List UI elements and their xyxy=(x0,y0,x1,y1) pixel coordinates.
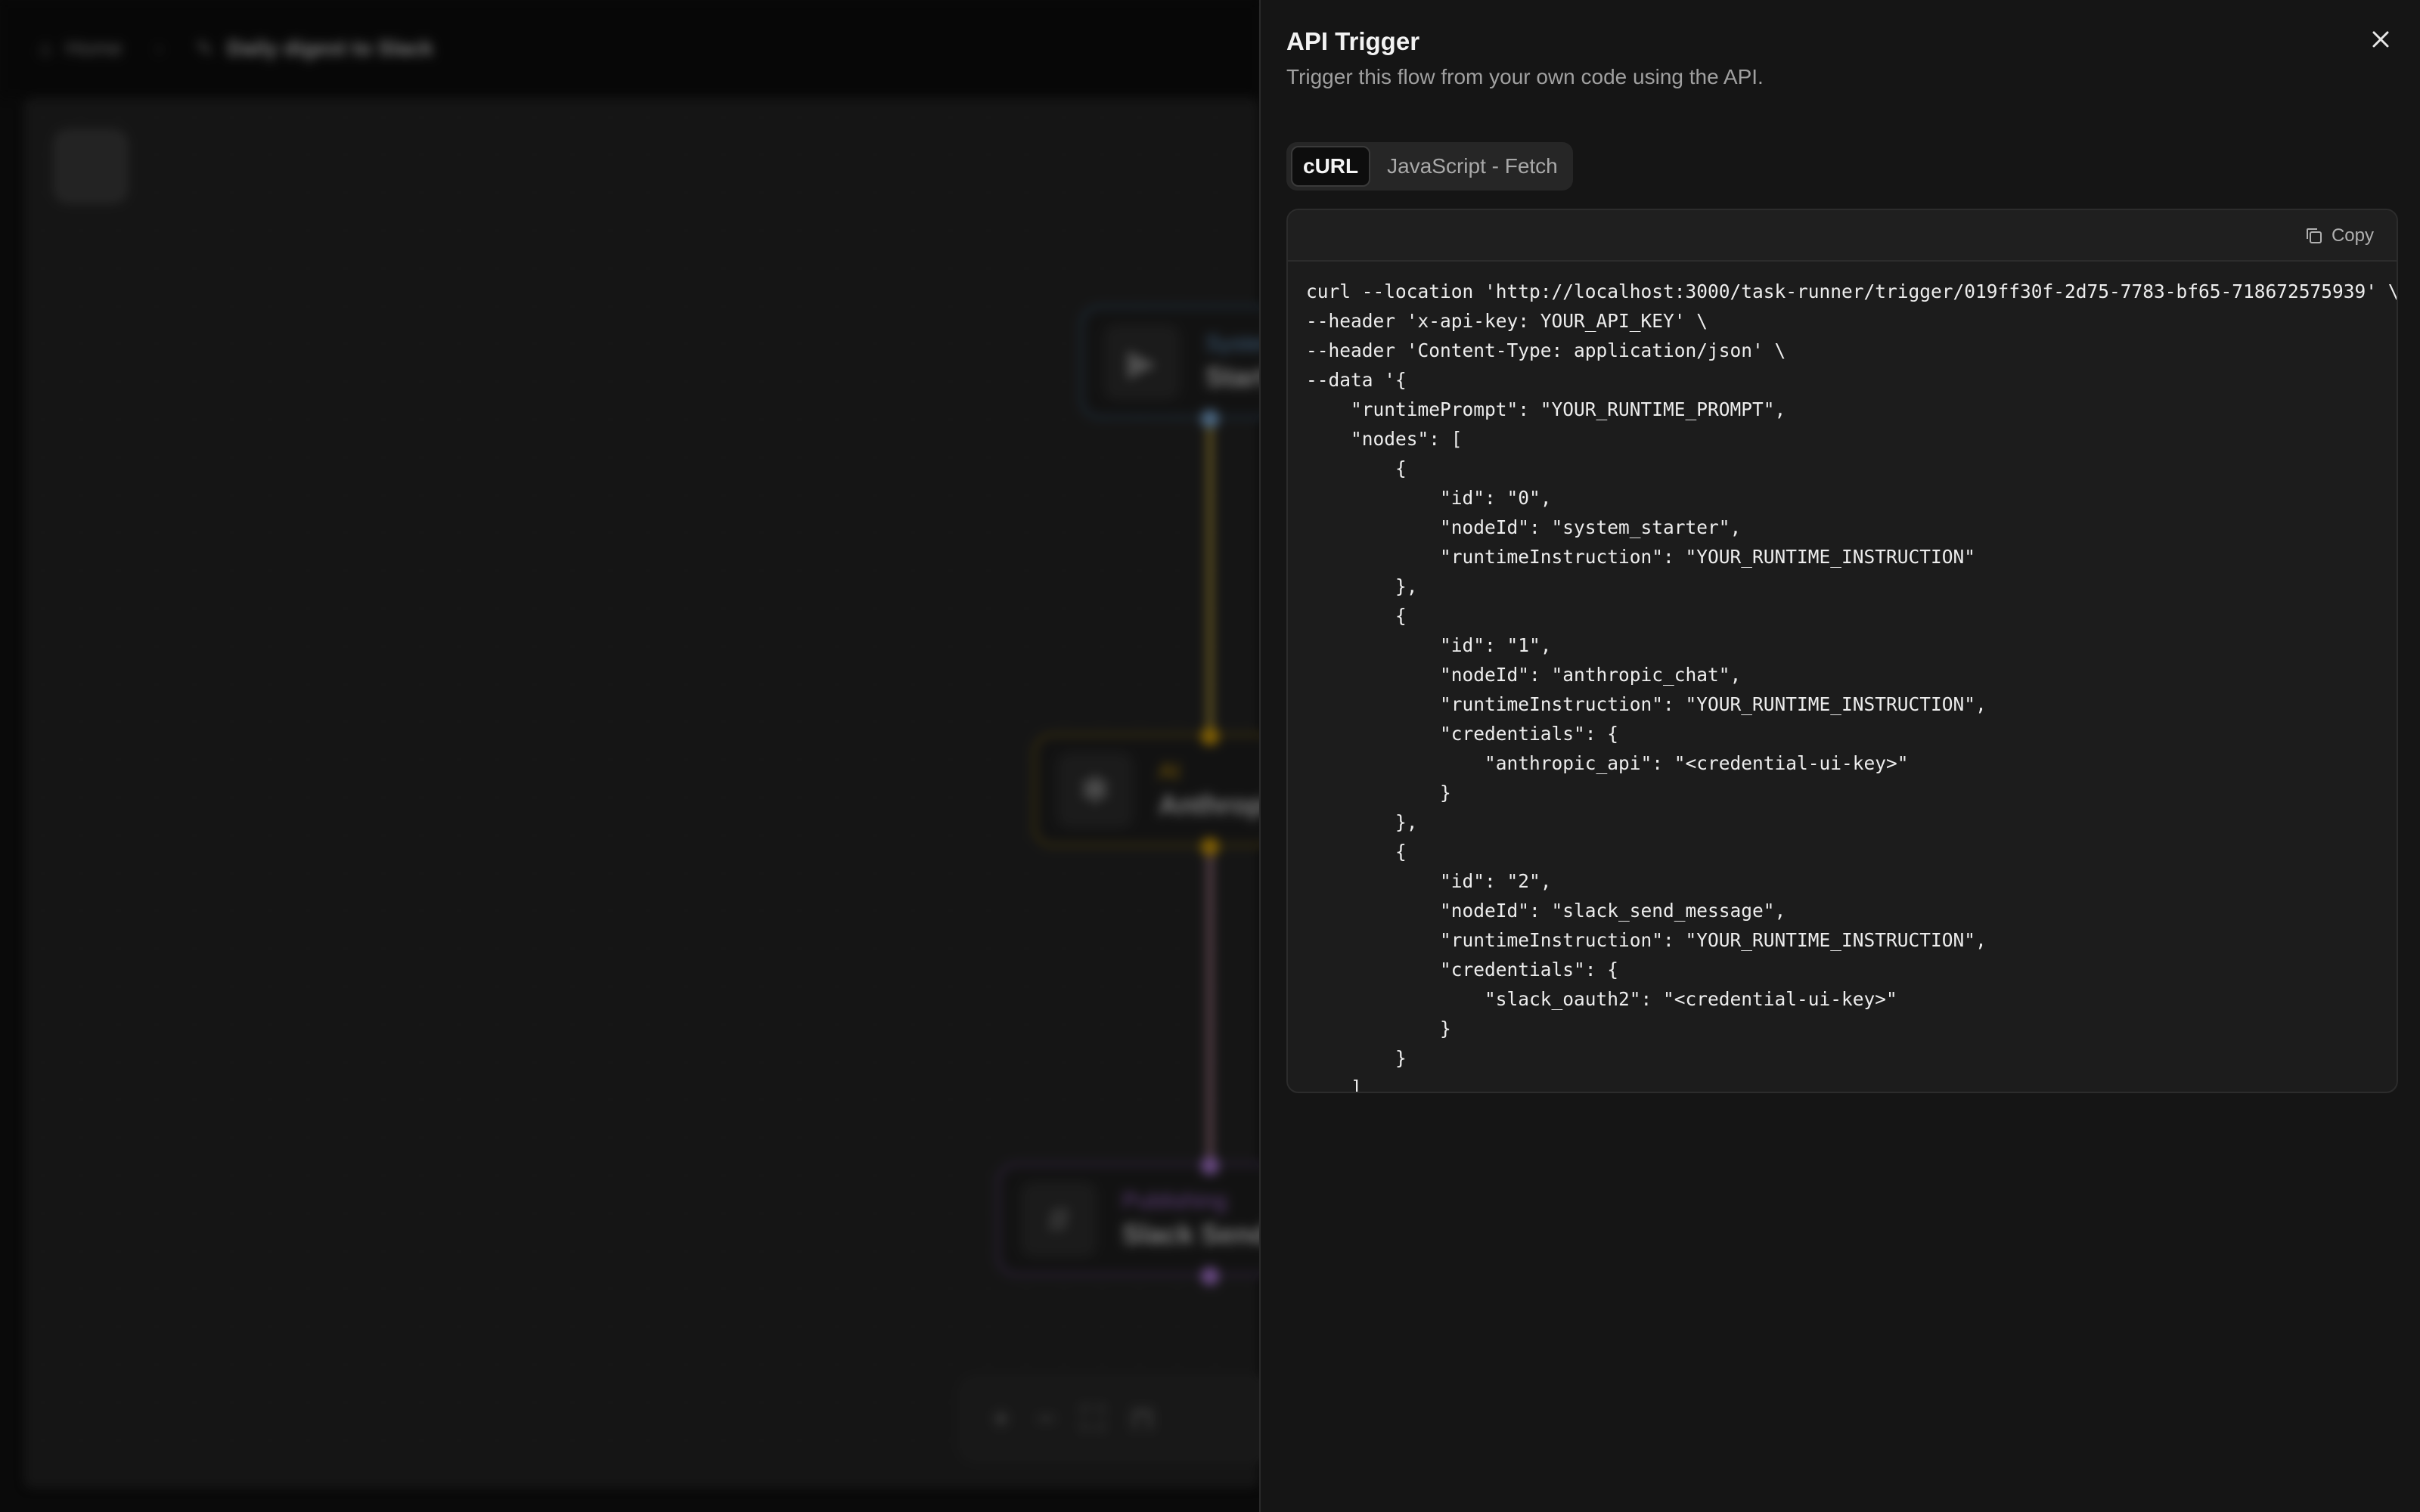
drawer-title: API Trigger xyxy=(1286,27,1420,55)
copy-label: Copy xyxy=(2331,225,2374,246)
close-icon xyxy=(2372,31,2389,48)
node-category: Publishing xyxy=(1122,1188,1227,1213)
anthropic-icon: ✱ xyxy=(1057,752,1133,828)
api-trigger-drawer: API Trigger Trigger this flow from your … xyxy=(1259,0,2420,1512)
node-handle[interactable] xyxy=(1201,410,1219,428)
code-block-header: Copy xyxy=(1288,210,2397,262)
breadcrumb: ⌂ Home › ✎ Daily digest to Slack xyxy=(39,36,433,61)
node-handle[interactable] xyxy=(1201,1157,1219,1175)
canvas-toolbar: + − ⛶ ⊓ xyxy=(960,1377,1278,1461)
flow-icon: ✎ xyxy=(195,36,214,60)
drawer-subtitle: Trigger this flow from your own code usi… xyxy=(1286,65,1764,88)
slack-icon: # xyxy=(1021,1182,1097,1257)
copy-button[interactable]: Copy xyxy=(2304,221,2374,251)
node-handle[interactable] xyxy=(1201,1267,1219,1285)
edge-start-to-ai xyxy=(1207,416,1213,733)
fit-view-icon[interactable]: ⛶ xyxy=(1082,1402,1103,1436)
tab-javascript-fetch[interactable]: JavaScript - Fetch xyxy=(1376,147,1568,185)
chevron-icon: › xyxy=(155,36,163,60)
edge-ai-to-publishing xyxy=(1207,845,1213,1163)
copy-icon xyxy=(2306,228,2322,243)
play-icon: ▶ xyxy=(1104,324,1180,400)
breadcrumb-home[interactable]: Home xyxy=(66,36,123,60)
lock-icon[interactable]: ⊓ xyxy=(1131,1402,1154,1436)
breadcrumb-flow-name[interactable]: Daily digest to Slack xyxy=(227,36,433,60)
top-bar: ⌂ Home › ✎ Daily digest to Slack xyxy=(0,0,1259,97)
node-handle[interactable] xyxy=(1201,727,1219,745)
node-name: Slack Send xyxy=(1122,1219,1268,1250)
tab-curl[interactable]: cURL xyxy=(1291,146,1371,187)
code-block: Copy curl --location 'http://localhost:3… xyxy=(1286,209,2398,1093)
zoom-out-icon[interactable]: − xyxy=(1037,1402,1054,1436)
toggle-panel-button[interactable] xyxy=(54,130,127,203)
code-language-tabs: cURL JavaScript - Fetch xyxy=(1286,142,1573,191)
code-content[interactable]: curl --location 'http://localhost:3000/t… xyxy=(1288,262,2397,1092)
close-button[interactable] xyxy=(2364,23,2397,56)
background-app: ⌂ Home › ✎ Daily digest to Slack ▶ Syste… xyxy=(0,0,1382,1512)
zoom-in-icon[interactable]: + xyxy=(992,1402,1010,1436)
node-handle[interactable] xyxy=(1201,838,1219,856)
home-icon: ⌂ xyxy=(39,36,52,60)
